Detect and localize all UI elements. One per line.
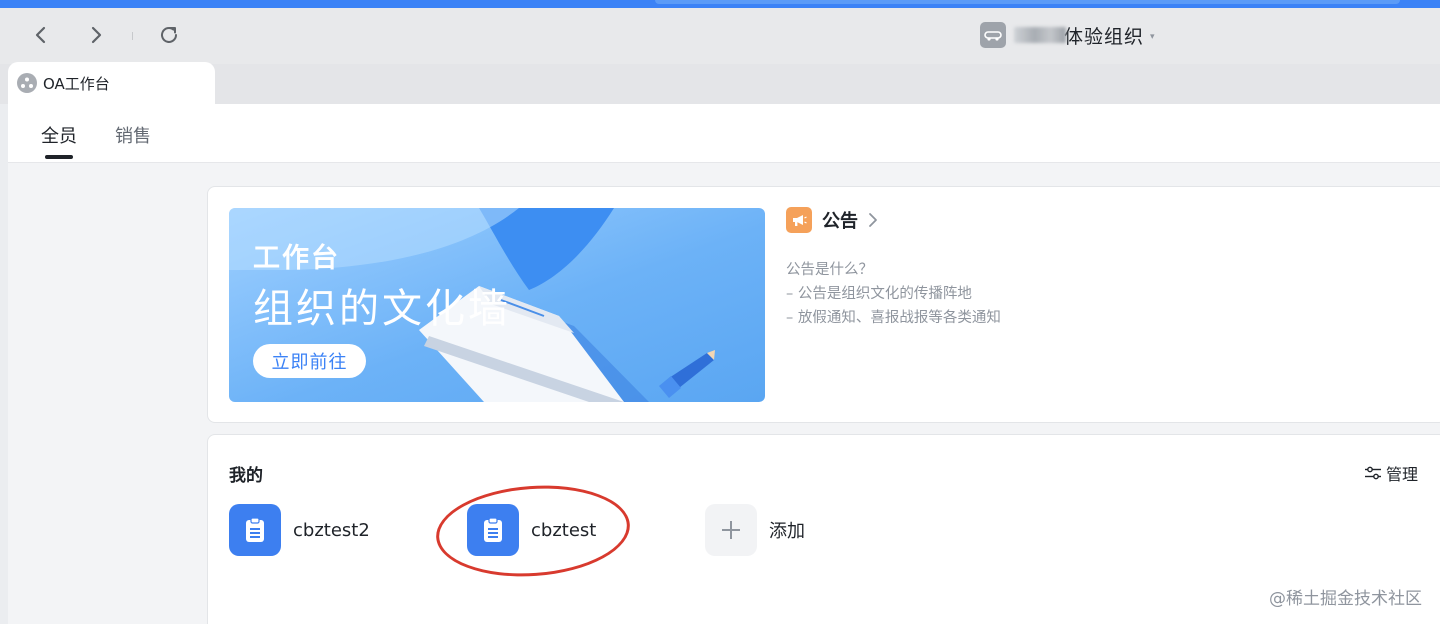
org-logo-icon [980,22,1006,48]
chevron-right-icon [869,213,877,227]
active-tab-indicator [45,155,73,159]
my-apps-card: 我的 管理 cbztest2 cbztest 添加 [207,434,1440,624]
announcement-description: 公告是什么？ – 公告是组织文化的传播阵地 – 放假通知、喜报战报等各类通知 [786,258,1001,330]
redacted-org-prefix [1014,27,1066,43]
add-app-button[interactable]: 添加 [705,504,805,556]
subtab-all[interactable]: 全员 [41,122,77,148]
chevron-right-icon [91,26,102,44]
add-label: 添加 [769,521,805,542]
plus-icon [705,504,757,556]
workbench-icon [17,73,37,93]
tab-oa-workbench[interactable]: OA工作台 [8,62,215,104]
workbench-page: 全员 销售 工作台 组织的文化墙 立即前往 公告 公告是什么？ – 公告是组织文… [8,104,1440,624]
caret-down-icon: ▾ [1150,31,1155,42]
announcement-header[interactable]: 公告 [786,207,878,233]
address-bar-edge [655,0,1400,4]
announcement-line: – 放假通知、喜报战报等各类通知 [786,310,1001,326]
app-cbztest2[interactable]: cbztest2 [229,504,370,556]
reload-button[interactable] [156,22,182,48]
app-label: cbztest2 [293,519,370,541]
clipboard-icon [467,504,519,556]
back-button[interactable] [28,22,54,48]
browser-toolbar: 体验组织 ▾ [0,8,1440,64]
tab-strip: OA工作台 [0,62,1440,104]
app-cbztest[interactable]: cbztest [467,504,596,556]
announcement-card: 工作台 组织的文化墙 立即前往 公告 公告是什么？ – 公告是组织文化的传播阵地… [207,186,1440,423]
banner-subtitle: 工作台 [253,243,340,274]
tab-label: OA工作台 [43,74,110,93]
announcement-line: – 公告是组织文化的传播阵地 [786,286,972,302]
manage-button[interactable]: 管理 [1364,461,1418,485]
announcement-title: 公告 [822,211,858,232]
announcement-line: 公告是什么？ [786,262,873,278]
banner-title: 组织的文化墙 [253,286,511,332]
clipboard-icon [229,504,281,556]
org-switcher[interactable]: 体验组织 ▾ [980,20,1155,50]
subtab-sales[interactable]: 销售 [115,122,151,148]
app-label: cbztest [531,519,597,541]
forward-button[interactable] [83,22,109,48]
my-apps-title: 我的 [229,466,263,486]
megaphone-icon [786,207,812,233]
toolbar-divider [132,32,133,40]
go-now-button[interactable]: 立即前往 [253,344,366,378]
culture-wall-banner[interactable]: 工作台 组织的文化墙 立即前往 [229,208,765,402]
watermark: @稀土掘金技术社区 [1269,589,1422,609]
browser-top-accent [0,0,1440,8]
reload-icon [161,26,177,43]
org-name: 体验组织 [1064,25,1145,48]
manage-label: 管理 [1386,465,1419,484]
chevron-left-icon [35,26,46,44]
subnav-tabs: 全员 销售 [8,104,1440,163]
settings-sliders-icon [1365,466,1381,480]
